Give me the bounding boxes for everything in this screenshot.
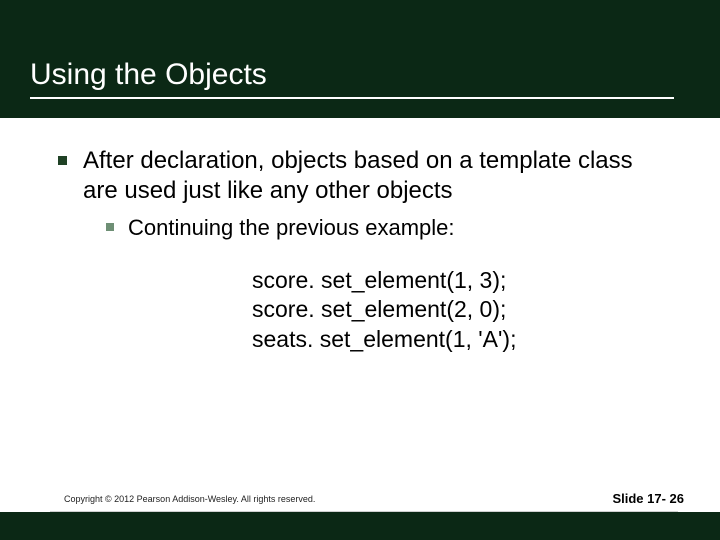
bullet-level2-text: Continuing the previous example: — [128, 214, 455, 242]
slide-title: Using the Objects — [30, 58, 670, 91]
body-area: After declaration, objects based on a te… — [58, 146, 658, 242]
title-area: Using the Objects — [30, 58, 670, 99]
code-line: score. set_element(2, 0); — [252, 295, 516, 324]
title-underline — [30, 97, 674, 99]
bullet-level2: Continuing the previous example: — [106, 214, 658, 242]
code-block: score. set_element(1, 3); score. set_ele… — [252, 266, 516, 354]
square-bullet-icon — [106, 223, 114, 231]
copyright-text: Copyright © 2012 Pearson Addison-Wesley.… — [64, 494, 315, 504]
slide: Using the Objects After declaration, obj… — [0, 0, 720, 540]
footer-band — [0, 512, 720, 540]
square-bullet-icon — [58, 156, 67, 165]
code-line: score. set_element(1, 3); — [252, 266, 516, 295]
slide-number: Slide 17- 26 — [612, 491, 684, 506]
code-line: seats. set_element(1, 'A'); — [252, 325, 516, 354]
bullet-level1-text: After declaration, objects based on a te… — [83, 146, 658, 206]
bullet-level1: After declaration, objects based on a te… — [58, 146, 658, 206]
